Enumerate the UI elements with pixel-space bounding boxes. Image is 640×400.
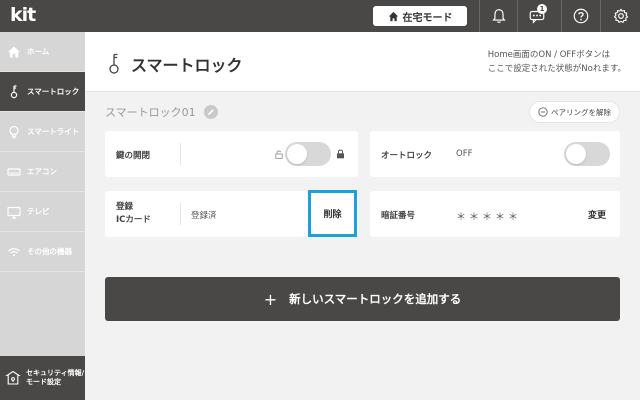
- sidebar-item-aircon[interactable]: エアコン: [0, 152, 85, 192]
- autolock-label: オートロック: [381, 151, 433, 161]
- settings-button[interactable]: [600, 0, 640, 32]
- lock-card: 鍵の開閉: [105, 131, 358, 177]
- unpair-button[interactable]: ペアリングを解除: [529, 101, 620, 123]
- air-conditioner-icon: [7, 167, 21, 176]
- security-settings-line2: モード設定: [26, 378, 61, 386]
- card-divider: [180, 203, 181, 225]
- gear-icon: [613, 8, 628, 23]
- sidebar-item-home[interactable]: ホーム: [0, 32, 85, 72]
- security-settings-icon: [5, 370, 21, 385]
- toggle-knob: [287, 144, 307, 164]
- sidebar-item-label: ホーム: [27, 47, 50, 56]
- device-name: スマートロック01: [105, 106, 196, 119]
- unlocked-icon: [275, 150, 283, 159]
- minus-circle-icon: [538, 107, 548, 117]
- app-logo[interactable]: kit: [10, 4, 36, 26]
- sidebar: ホーム スマートロック スマートライト エアコン テレビ その他の機器 セキュリ…: [0, 32, 85, 400]
- lock-card-label: 鍵の開閉: [116, 151, 151, 161]
- house-icon: [388, 11, 398, 21]
- ic-card-status: 登録済: [191, 211, 217, 221]
- sidebar-item-label: その他の機器: [27, 247, 72, 256]
- pin-card: 暗証番号 ＊＊＊＊＊ 変更: [370, 191, 620, 237]
- key-icon: [109, 53, 119, 74]
- question-icon: [573, 8, 588, 24]
- page-title: スマートロック: [107, 52, 243, 76]
- security-settings-line1: セキュリティ情報/: [26, 368, 85, 377]
- home-mode-button[interactable]: 在宅モード: [373, 6, 467, 26]
- locked-icon: [337, 149, 344, 159]
- autolock-card: オートロック OFF: [370, 131, 620, 177]
- wifi-icon: [8, 247, 20, 256]
- home-mode-label: 在宅モード: [402, 12, 453, 24]
- edit-name-button[interactable]: [203, 105, 218, 119]
- key-icon: [10, 84, 18, 98]
- home-icon: [8, 46, 20, 57]
- toggle-knob: [566, 144, 586, 164]
- sidebar-item-tv[interactable]: テレビ: [0, 192, 85, 232]
- messages-button[interactable]: 1: [517, 0, 555, 32]
- header-note: Home画面のON / OFFボタンは ここで設定された状態がNoれます。: [488, 49, 626, 76]
- pencil-icon: [207, 109, 214, 115]
- security-settings-label: セキュリティ情報/ モード設定: [26, 369, 84, 388]
- add-smartlock-button[interactable]: + 新しいスマートロックを追加する: [105, 277, 620, 321]
- sidebar-item-label: スマートロック: [27, 87, 80, 96]
- pin-label: 暗証番号: [381, 211, 416, 221]
- plus-icon: +: [263, 289, 278, 309]
- tv-icon: [7, 206, 21, 219]
- change-pin-button[interactable]: 変更: [588, 208, 606, 221]
- ic-card-label-line2: ICカード: [116, 215, 151, 226]
- ic-card-label: 登録 ICカード: [116, 201, 151, 227]
- autolock-value: OFF: [456, 149, 473, 159]
- page-title-text: スマートロック: [131, 56, 243, 75]
- card-divider: [180, 143, 181, 165]
- delete-label: 削除: [323, 210, 342, 220]
- lock-toggle[interactable]: [285, 142, 331, 166]
- add-smartlock-label: 新しいスマートロックを追加する: [289, 292, 462, 306]
- sidebar-item-label: スマートライト: [27, 127, 80, 136]
- notification-button[interactable]: [479, 0, 517, 32]
- delete-ic-card-button[interactable]: 削除: [308, 190, 357, 237]
- top-bar: kit 在宅モード 1: [0, 0, 640, 32]
- sidebar-item-label: テレビ: [27, 207, 50, 216]
- sidebar-item-label: エアコン: [27, 167, 57, 176]
- sidebar-item-other-devices[interactable]: その他の機器: [0, 232, 85, 272]
- autolock-toggle[interactable]: [564, 142, 610, 166]
- ic-card-label-line1: 登録: [116, 202, 134, 212]
- header-note-line2: ここで設定された状態がNoれます。: [487, 63, 626, 74]
- help-button[interactable]: [561, 0, 599, 32]
- pin-value: ＊＊＊＊＊: [456, 212, 521, 223]
- header-note-line1: Home画面のON / OFFボタンは: [487, 50, 611, 60]
- unpair-label: ペアリングを解除: [551, 107, 611, 117]
- bell-icon: [491, 9, 506, 23]
- sidebar-security-settings[interactable]: セキュリティ情報/ モード設定: [0, 356, 85, 400]
- sidebar-item-smartlight[interactable]: スマートライト: [0, 112, 85, 152]
- notification-badge: 1: [537, 4, 547, 14]
- device-name-row: スマートロック01: [105, 104, 218, 120]
- page-header: スマートロック Home画面のON / OFFボタンは ここで設定された状態がN…: [85, 32, 640, 92]
- light-bulb-icon: [9, 125, 19, 139]
- sidebar-item-smartlock[interactable]: スマートロック: [0, 72, 85, 112]
